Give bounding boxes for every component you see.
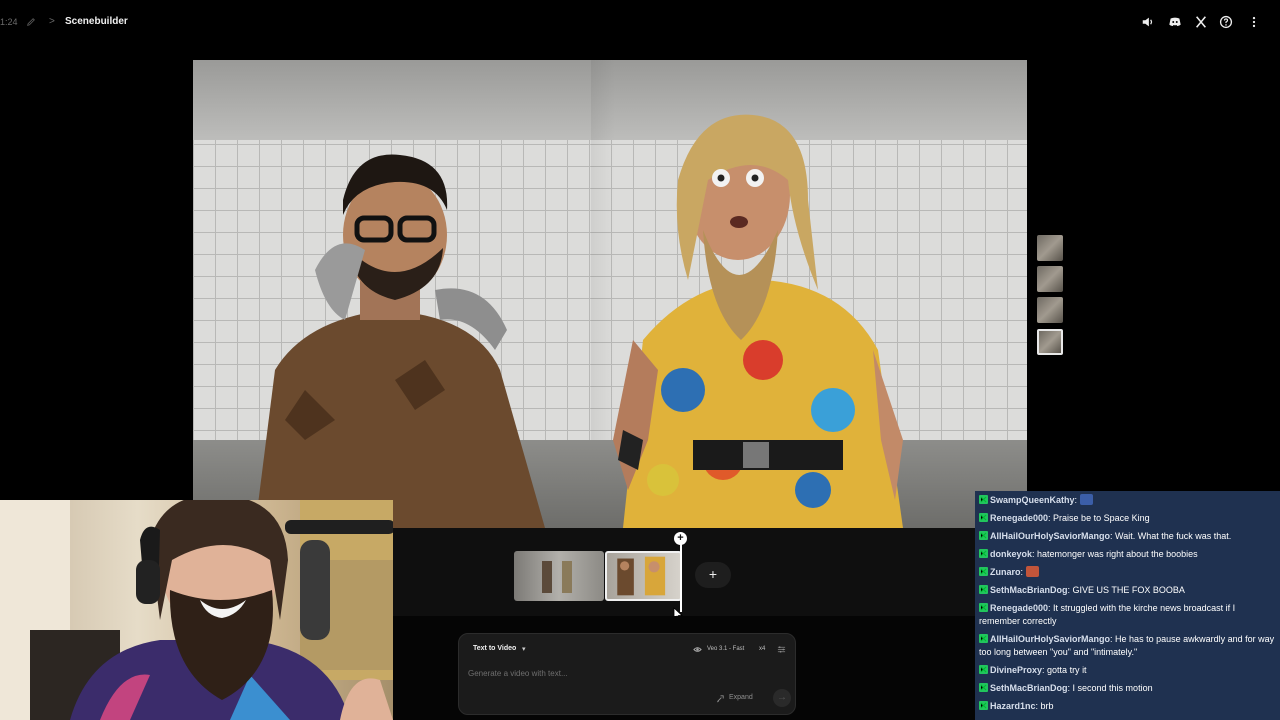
chat-badge-icon (979, 683, 988, 692)
x-icon[interactable] (1194, 15, 1208, 29)
right-character-figure (613, 114, 903, 528)
discord-icon[interactable] (1168, 15, 1182, 29)
chat-message: SwampQueenKathy: (979, 494, 1276, 507)
chat-message: SethMacBrianDog: GIVE US THE FOX BOOBA (979, 584, 1276, 597)
chat-text: brb (1040, 701, 1054, 711)
chat-username[interactable]: Hazard1nc (990, 701, 1036, 711)
chat-badge-icon (979, 585, 988, 594)
expand-button[interactable]: Expand (729, 694, 753, 701)
chat-badge-icon (979, 495, 988, 504)
model-icon (693, 647, 702, 652)
chat-text: Praise be to Space King (1053, 513, 1150, 523)
prompt-input[interactable] (468, 666, 768, 680)
chat-badge-icon (979, 567, 988, 576)
more-vertical-icon[interactable] (1247, 15, 1261, 29)
breadcrumb-chevron: > (49, 16, 55, 27)
chat-badge-icon (979, 634, 988, 643)
generation-thumbnail[interactable] (1037, 266, 1063, 292)
chat-username[interactable]: DivineProxy (990, 665, 1042, 675)
page-title[interactable]: Scenebuilder (65, 16, 128, 27)
chat-badge-icon (979, 603, 988, 612)
left-character-figure (255, 154, 545, 528)
chat-badge-icon (979, 665, 988, 674)
settings-sliders-icon[interactable] (777, 645, 786, 654)
video-preview[interactable] (193, 60, 1027, 528)
playhead[interactable] (680, 538, 682, 612)
chat-overlay: SwampQueenKathy: Renegade000: Praise be … (975, 491, 1280, 720)
chat-text: hatemonger was right about the boobies (1037, 549, 1198, 559)
emote-icon (1079, 494, 1093, 505)
webcam-streamer (0, 500, 393, 720)
chat-text: Wait. What the fuck was that. (1115, 531, 1232, 541)
chat-text: I second this motion (1072, 683, 1153, 693)
chat-username[interactable]: SethMacBrianDog (990, 683, 1068, 693)
chat-message: Renegade000: It struggled with the kirch… (979, 603, 1236, 626)
chat-message: AllHailOurHolySaviorMango: He has to pau… (979, 634, 1275, 657)
expand-icon[interactable] (716, 694, 725, 703)
chat-message: AllHailOurHolySaviorMango: Wait. What th… (979, 530, 1276, 543)
chat-badge-icon (979, 513, 988, 522)
volume-icon[interactable] (1141, 15, 1155, 29)
chat-username[interactable]: AllHailOurHolySaviorMango (990, 531, 1110, 541)
chat-username[interactable]: SwampQueenKathy (990, 495, 1075, 505)
prompt-box: Text to Video ▾ Veo 3.1 - Fast x4 Expand… (458, 633, 796, 715)
timeline-clip[interactable] (514, 551, 604, 601)
chat-message: SethMacBrianDog: I second this motion (979, 682, 1276, 695)
chat-username[interactable]: AllHailOurHolySaviorMango (990, 634, 1110, 644)
chat-username[interactable]: Renegade000 (990, 513, 1048, 523)
clip-time: 1:24 (0, 17, 18, 27)
generation-thumbnail[interactable] (1037, 297, 1063, 323)
chat-badge-icon (979, 531, 988, 540)
mode-dropdown[interactable]: Text to Video (473, 645, 516, 652)
chat-message: Hazard1nc: brb (979, 700, 1276, 713)
timeline: + + (393, 528, 975, 621)
chat-text: GIVE US THE FOX BOOBA (1072, 585, 1185, 595)
top-bar: 1:24 > Scenebuilder (0, 0, 1280, 46)
chevron-down-icon[interactable]: ▾ (522, 645, 526, 653)
chat-username[interactable]: Renegade000 (990, 603, 1048, 613)
chat-username[interactable]: Zunaro (990, 567, 1021, 577)
help-icon[interactable] (1219, 15, 1233, 29)
send-button[interactable]: → (773, 689, 791, 707)
edit-pencil-icon[interactable] (26, 15, 36, 27)
generation-thumbnail[interactable] (1037, 235, 1063, 261)
chat-username[interactable]: donkeyok (990, 549, 1032, 559)
prompt-area: Text to Video ▾ Veo 3.1 - Fast x4 Expand… (393, 616, 975, 720)
chat-badge-icon (979, 549, 988, 558)
webcam-overlay (0, 500, 393, 720)
chat-text: gotta try it (1047, 665, 1087, 675)
output-count[interactable]: x4 (759, 646, 765, 652)
model-selector[interactable]: Veo 3.1 - Fast (707, 646, 744, 652)
playhead-add-button[interactable]: + (674, 532, 687, 545)
timeline-clip-selected[interactable] (605, 551, 682, 601)
add-clip-button[interactable]: + (695, 562, 731, 588)
chat-username[interactable]: SethMacBrianDog (990, 585, 1068, 595)
chat-message: Renegade000: Praise be to Space King (979, 512, 1276, 525)
chat-message: DivineProxy: gotta try it (979, 664, 1276, 677)
emote-icon (1025, 566, 1039, 577)
chat-message: donkeyok: hatemonger was right about the… (979, 548, 1276, 561)
chat-message: Zunaro: (979, 566, 1276, 579)
chat-badge-icon (979, 701, 988, 710)
generation-thumbnail-selected[interactable] (1037, 329, 1063, 355)
